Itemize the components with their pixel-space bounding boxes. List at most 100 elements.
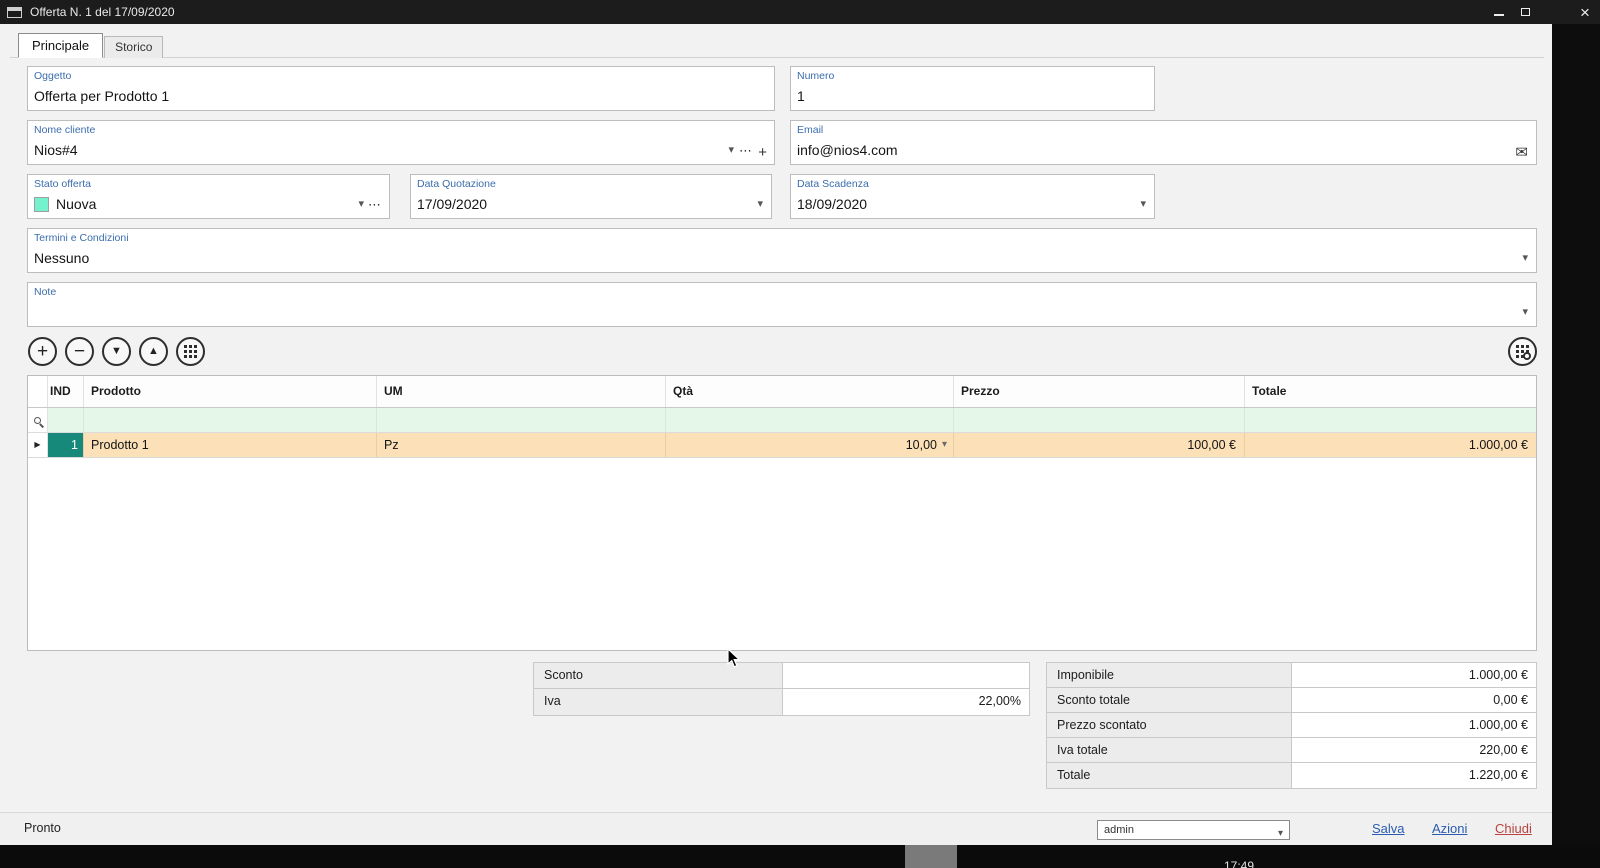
close-button[interactable]: × xyxy=(1572,0,1598,24)
filter-pin-icon xyxy=(34,417,41,424)
window-icon xyxy=(7,7,22,18)
filter-cell-prodotto[interactable] xyxy=(84,408,377,432)
restore-icon xyxy=(1521,8,1530,16)
grid-row-1[interactable]: ▶ 1 Prodotto 1 Pz 10,00 ▾ 100,00 € 1.000… xyxy=(28,433,1536,458)
filter-cell-totale[interactable] xyxy=(1245,408,1536,432)
minimize-icon xyxy=(1494,14,1504,16)
add-row-button[interactable]: + xyxy=(28,337,57,366)
filter-cell-ind[interactable] xyxy=(48,408,84,432)
imponibile-row: Imponibile 1.000,00 € xyxy=(1047,663,1536,688)
prezzo-scontato-row: Prezzo scontato 1.000,00 € xyxy=(1047,713,1536,738)
column-header-qta[interactable]: Qtà xyxy=(666,376,954,407)
cliente-more-icon[interactable]: ⋯ xyxy=(739,145,752,156)
arrow-up-icon: ▲ xyxy=(148,346,159,357)
filter-cell-qta[interactable] xyxy=(666,408,954,432)
prezzo-scontato-value: 1.000,00 € xyxy=(1292,713,1536,737)
email-field[interactable]: Email info@nios4.com ✉ xyxy=(790,120,1537,165)
status-color-swatch xyxy=(34,197,49,212)
sconto-row: Sconto xyxy=(534,663,1029,689)
column-header-prodotto[interactable]: Prodotto xyxy=(84,376,377,407)
cell-prezzo[interactable]: 100,00 € xyxy=(954,433,1245,457)
cell-prodotto[interactable]: Prodotto 1 xyxy=(84,433,377,457)
totale-row: Totale 1.220,00 € xyxy=(1047,763,1536,788)
iva-row: Iva 22,00% xyxy=(534,689,1029,715)
desktop-background xyxy=(1552,24,1600,868)
termini-label: Termini e Condizioni xyxy=(34,232,129,244)
stato-more-icon[interactable]: ⋯ xyxy=(368,199,381,210)
grid-settings-button[interactable] xyxy=(1508,337,1537,366)
window-title: Offerta N. 1 del 17/09/2020 xyxy=(30,5,175,19)
taskbar-button[interactable] xyxy=(905,845,957,868)
tab-principale[interactable]: Principale xyxy=(18,33,103,58)
restore-button[interactable] xyxy=(1512,0,1538,24)
grid-view-button[interactable] xyxy=(176,337,205,366)
data-scadenza-label: Data Scadenza xyxy=(797,178,869,190)
column-header-ind[interactable]: IND xyxy=(48,376,84,407)
qta-dropdown-icon[interactable]: ▾ xyxy=(942,433,947,457)
email-envelope-icon[interactable]: ✉ xyxy=(1515,147,1528,158)
column-header-prezzo[interactable]: Prezzo xyxy=(954,376,1245,407)
cell-qta-value: 10,00 xyxy=(906,433,937,457)
cell-qta[interactable]: 10,00 ▾ xyxy=(666,433,954,457)
column-header-um[interactable]: UM xyxy=(377,376,666,407)
titlebar: Offerta N. 1 del 17/09/2020 × xyxy=(0,0,1600,24)
column-header-totale[interactable]: Totale xyxy=(1245,376,1536,407)
cell-ind[interactable]: 1 xyxy=(48,433,84,457)
move-row-down-button[interactable]: ▼ xyxy=(102,337,131,366)
note-field[interactable]: Note ▾ xyxy=(27,282,1537,327)
nome-cliente-label: Nome cliente xyxy=(34,124,95,136)
chiudi-link[interactable]: Chiudi xyxy=(1495,821,1532,836)
data-quotazione-field[interactable]: Data Quotazione 17/09/2020 ▾ xyxy=(410,174,772,219)
iva-totale-label: Iva totale xyxy=(1047,738,1292,762)
cell-um[interactable]: Pz xyxy=(377,433,666,457)
grid-header-row: IND Prodotto UM Qtà Prezzo Totale xyxy=(28,376,1536,408)
termini-dropdown-icon[interactable]: ▾ xyxy=(1522,253,1528,264)
row-selector-cell[interactable]: ▶ xyxy=(28,433,48,457)
note-dropdown-icon[interactable]: ▾ xyxy=(1522,307,1528,318)
scadenza-dropdown-icon[interactable]: ▾ xyxy=(1140,199,1146,210)
tab-page-border xyxy=(10,57,1544,58)
gear-icon xyxy=(1523,352,1531,360)
taskbar: 17:49 xyxy=(0,845,1600,868)
azioni-link[interactable]: Azioni xyxy=(1432,821,1467,836)
nome-cliente-value: Nios#4 xyxy=(34,142,78,158)
cliente-dropdown-icon[interactable]: ▾ xyxy=(728,145,734,156)
imponibile-label: Imponibile xyxy=(1047,663,1292,687)
stato-offerta-value: Nuova xyxy=(56,196,96,212)
quotazione-dropdown-icon[interactable]: ▾ xyxy=(757,199,763,210)
user-dropdown-caret-icon[interactable]: ▾ xyxy=(1278,825,1283,843)
termini-field[interactable]: Termini e Condizioni Nessuno ▾ xyxy=(27,228,1537,273)
move-row-up-button[interactable]: ▲ xyxy=(139,337,168,366)
iva-value[interactable]: 22,00% xyxy=(783,689,1029,715)
salva-link[interactable]: Salva xyxy=(1372,821,1405,836)
numero-field[interactable]: Numero 1 xyxy=(790,66,1155,111)
tab-storico[interactable]: Storico xyxy=(104,36,163,58)
minimize-button[interactable] xyxy=(1486,0,1512,24)
filter-cell-um[interactable] xyxy=(377,408,666,432)
data-scadenza-value: 18/09/2020 xyxy=(797,196,867,212)
user-dropdown-value: admin xyxy=(1104,824,1134,836)
plus-icon: + xyxy=(37,342,48,361)
cliente-add-icon[interactable]: + xyxy=(758,147,767,158)
filter-cell-prezzo[interactable] xyxy=(954,408,1245,432)
sconto-value[interactable] xyxy=(783,663,1029,688)
numero-value: 1 xyxy=(797,88,805,104)
iva-label: Iva xyxy=(534,689,783,715)
iva-totale-value: 220,00 € xyxy=(1292,738,1536,762)
cell-totale[interactable]: 1.000,00 € xyxy=(1245,433,1536,457)
imponibile-value: 1.000,00 € xyxy=(1292,663,1536,687)
nome-cliente-field[interactable]: Nome cliente Nios#4 ▾ ⋯ + xyxy=(27,120,775,165)
stato-dropdown-icon[interactable]: ▾ xyxy=(358,199,364,210)
oggetto-field[interactable]: Oggetto Offerta per Prodotto 1 xyxy=(27,66,775,111)
prezzo-scontato-label: Prezzo scontato xyxy=(1047,713,1292,737)
user-dropdown[interactable]: admin ▾ xyxy=(1097,820,1290,840)
minus-icon: − xyxy=(74,342,85,361)
stato-offerta-field[interactable]: Stato offerta Nuova ▾ ⋯ xyxy=(27,174,390,219)
remove-row-button[interactable]: − xyxy=(65,337,94,366)
grid-filter-row[interactable] xyxy=(28,408,1536,433)
note-label: Note xyxy=(34,286,56,298)
data-scadenza-field[interactable]: Data Scadenza 18/09/2020 ▾ xyxy=(790,174,1155,219)
taskbar-clock: 17:49 xyxy=(1224,859,1254,868)
close-icon: × xyxy=(1580,4,1590,21)
sconto-label: Sconto xyxy=(534,663,783,688)
